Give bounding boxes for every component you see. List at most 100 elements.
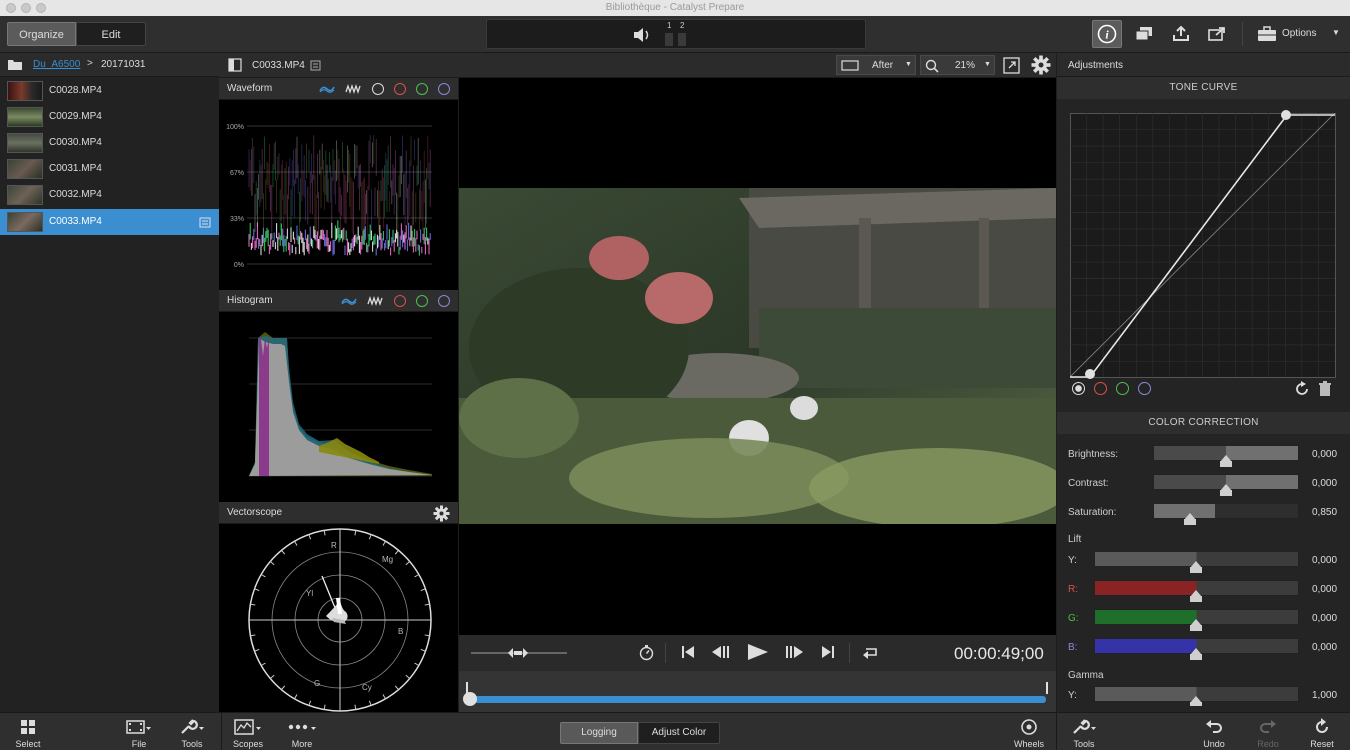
clip-list-item-selected[interactable]: C0033.MP4 — [0, 209, 219, 235]
breadcrumb-separator-icon: > — [87, 58, 93, 69]
more-dots-icon — [288, 724, 316, 730]
copy-button[interactable] — [1129, 20, 1159, 48]
clip-list-item[interactable]: C0029.MP4 — [0, 104, 219, 130]
in-point-marker[interactable] — [466, 682, 468, 694]
share-button[interactable] — [1202, 20, 1232, 48]
clip-list-item[interactable]: C0031.MP4 — [0, 156, 219, 182]
breadcrumb-subfolder[interactable]: 20171031 — [101, 59, 146, 70]
zoom-window-icon[interactable] — [36, 3, 46, 13]
blue-channel-toggle[interactable] — [438, 295, 450, 307]
green-channel-toggle[interactable] — [416, 83, 428, 95]
notes-icon[interactable] — [199, 217, 211, 228]
select-button[interactable]: Select — [3, 715, 53, 749]
logging-mode-button[interactable]: Logging — [560, 722, 638, 744]
scopes-menu-button[interactable]: Scopes — [223, 715, 273, 749]
lift-b-value[interactable]: 0,000 — [1312, 642, 1337, 653]
options-menu-button[interactable]: Options ▼ — [1254, 22, 1346, 46]
lift-b-slider-handle-base — [1190, 654, 1202, 660]
contrast-value[interactable]: 0,000 — [1312, 478, 1337, 489]
tone-curve-green-channel[interactable] — [1116, 382, 1129, 395]
play-icon[interactable] — [747, 643, 769, 661]
stopwatch-icon[interactable] — [638, 644, 655, 661]
undo-button[interactable]: Undo — [1189, 715, 1239, 749]
vectorscope-header: Vectorscope — [219, 502, 458, 524]
upload-button[interactable] — [1166, 20, 1196, 48]
fullscreen-icon[interactable] — [1003, 57, 1020, 74]
edit-mode-button[interactable]: Edit — [76, 22, 146, 46]
file-menu-button[interactable]: File — [114, 715, 164, 749]
notes-icon[interactable] — [310, 60, 321, 71]
select-label: Select — [15, 739, 41, 749]
color-correction-header[interactable]: COLOR CORRECTION — [1057, 412, 1350, 434]
lift-g-value[interactable]: 0,000 — [1312, 613, 1337, 624]
blue-channel-toggle[interactable] — [438, 83, 450, 95]
tools-menu-button[interactable]: Tools — [167, 715, 217, 749]
brightness-value[interactable]: 0,000 — [1312, 449, 1337, 460]
breadcrumb-folder-link[interactable]: Du_A6500 — [33, 59, 80, 70]
luma-channel-toggle[interactable] — [372, 83, 384, 95]
timeline-playhead[interactable] — [463, 692, 477, 706]
clip-list-item[interactable]: C0032.MP4 — [0, 182, 219, 208]
red-channel-toggle[interactable] — [394, 83, 406, 95]
skip-to-end-icon[interactable] — [821, 645, 835, 659]
gear-icon[interactable] — [1031, 55, 1051, 75]
trash-icon[interactable] — [1318, 381, 1332, 397]
tone-curve-header[interactable]: TONE CURVE — [1057, 77, 1350, 99]
histogram-parade-icon[interactable] — [367, 295, 383, 307]
saturation-value[interactable]: 0,850 — [1312, 507, 1337, 518]
lift-r-value[interactable]: 0,000 — [1312, 584, 1337, 595]
video-viewer[interactable] — [459, 78, 1056, 635]
organize-mode-button[interactable]: Organize — [7, 22, 76, 46]
scopes-label: Scopes — [232, 739, 264, 749]
grid-select-icon — [21, 720, 35, 734]
step-back-icon[interactable] — [711, 645, 731, 659]
waveform-overlay-icon[interactable] — [319, 83, 335, 95]
green-channel-toggle[interactable] — [416, 295, 428, 307]
gear-icon[interactable] — [433, 505, 450, 522]
color-wheel-icon — [1021, 719, 1037, 735]
reset-button[interactable]: Reset — [1297, 715, 1347, 749]
reset-curve-icon[interactable] — [1294, 381, 1310, 397]
tone-curve-red-channel[interactable] — [1094, 382, 1107, 395]
gamma-y-value[interactable]: 1,000 — [1312, 690, 1337, 701]
saturation-slider[interactable] — [1153, 503, 1299, 519]
view-mode-select[interactable]: After ▼ — [836, 55, 916, 75]
red-channel-toggle[interactable] — [394, 295, 406, 307]
transport-divider — [665, 643, 666, 663]
more-menu-button[interactable]: More — [277, 715, 327, 749]
panel-toggle-icon[interactable] — [228, 58, 242, 72]
vectorscope-title: Vectorscope — [227, 507, 283, 518]
zoom-select[interactable]: 21% ▼ — [920, 55, 995, 75]
lift-y-value[interactable]: 0,000 — [1312, 555, 1337, 566]
waveform-parade-icon[interactable] — [345, 83, 361, 95]
close-window-icon[interactable] — [6, 3, 16, 13]
step-forward-icon[interactable] — [784, 645, 804, 659]
redo-button[interactable]: Redo — [1243, 715, 1293, 749]
info-button[interactable]: i — [1092, 20, 1122, 48]
clip-list-item[interactable]: C0030.MP4 — [0, 130, 219, 156]
timeline-track — [459, 671, 1056, 712]
tone-curve-rgb-channel[interactable] — [1072, 382, 1085, 395]
loop-icon[interactable] — [862, 645, 880, 659]
histogram-plot — [249, 332, 432, 477]
clip-list-item[interactable]: C0028.MP4 — [0, 78, 219, 104]
tone-curve-point[interactable] — [1085, 369, 1095, 379]
timeline-scrubber-bar[interactable] — [468, 696, 1046, 703]
tone-curve-point[interactable] — [1281, 110, 1291, 120]
histogram-overlay-icon[interactable] — [341, 295, 357, 307]
adjustments-panel: Adjustments TONE CURVE COLOR CORRECTION … — [1057, 53, 1350, 712]
tone-curve-blue-channel[interactable] — [1138, 382, 1151, 395]
jog-handle-icon[interactable] — [507, 646, 529, 660]
clip-name: C0028.MP4 — [49, 85, 102, 96]
minimize-window-icon[interactable] — [21, 3, 31, 13]
waveform-plot: 100% 67% 33% 0% — [226, 124, 432, 269]
tone-curve-graph[interactable] — [1070, 113, 1336, 378]
tools-right-menu-button[interactable]: Tools — [1059, 715, 1109, 749]
clip-name: C0029.MP4 — [49, 111, 102, 122]
title-bar: Bibliothèque - Catalyst Prepare — [0, 0, 1350, 16]
skip-to-start-icon[interactable] — [681, 645, 695, 659]
speaker-icon[interactable] — [632, 27, 652, 43]
out-point-marker[interactable] — [1046, 682, 1048, 694]
adjust-color-mode-button[interactable]: Adjust Color — [638, 722, 720, 744]
wheels-button[interactable]: Wheels — [1004, 715, 1054, 749]
